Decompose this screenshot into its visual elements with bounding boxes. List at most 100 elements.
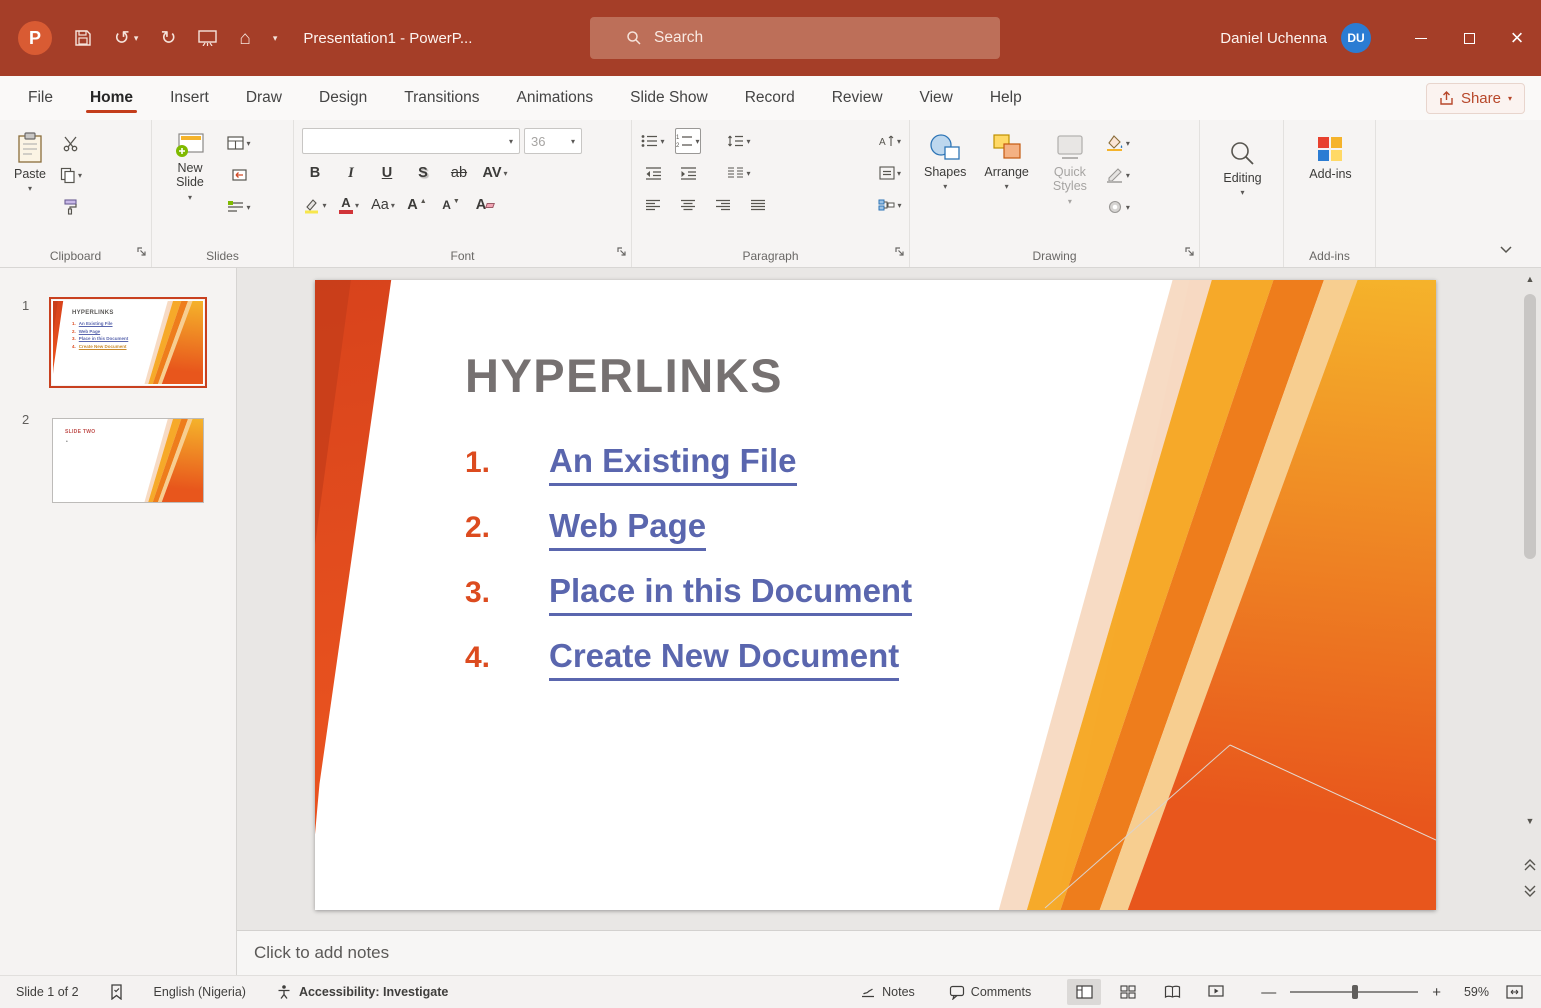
addins-button[interactable]: Add-ins [1303, 130, 1357, 241]
user-name[interactable]: Daniel Uchenna [1220, 30, 1327, 47]
reset-slide-button[interactable] [226, 162, 252, 188]
tab-slide-show[interactable]: Slide Show [628, 79, 710, 117]
font-color-button[interactable]: A ▾ [336, 192, 362, 218]
zoom-slider-thumb[interactable] [1352, 985, 1358, 999]
clipboard-dialog-launcher[interactable] [136, 244, 147, 262]
tab-help[interactable]: Help [988, 79, 1024, 117]
tab-view[interactable]: View [918, 79, 955, 117]
new-slide-dropdown-icon[interactable]: ▾ [188, 193, 192, 202]
character-spacing-button[interactable]: AV▾ [482, 160, 508, 186]
zoom-out-button[interactable]: — [1257, 984, 1280, 1001]
editing-dropdown-icon[interactable]: ▾ [1240, 188, 1244, 197]
font-size-dropdown-icon[interactable]: ▾ [571, 137, 575, 146]
shape-fill-button[interactable]: ▾ [1105, 130, 1131, 156]
convert-to-smartart-button[interactable]: ▾ [877, 192, 903, 218]
next-slide-button[interactable] [1521, 882, 1539, 900]
justify-button[interactable] [745, 192, 771, 218]
customize-qat-icon[interactable]: ▾ [273, 33, 278, 44]
line-spacing-button[interactable]: ▾ [726, 128, 752, 154]
bullets-dropdown-icon[interactable]: ▾ [660, 137, 664, 146]
shapes-button[interactable]: Shapes ▾ [918, 128, 972, 241]
language-status[interactable]: English (Nigeria) [154, 985, 246, 999]
scrollbar-thumb[interactable] [1524, 294, 1536, 559]
align-right-button[interactable] [710, 192, 736, 218]
quick-styles-dropdown-icon[interactable]: ▾ [1068, 197, 1072, 206]
slide-sorter-view-button[interactable] [1111, 979, 1145, 1005]
numbering-button[interactable]: 12 ▾ [675, 128, 701, 154]
copy-dropdown-icon[interactable]: ▾ [78, 171, 82, 180]
shape-outline-button[interactable]: ▾ [1105, 162, 1131, 188]
start-slideshow-button[interactable] [198, 30, 217, 46]
quick-styles-button[interactable]: Quick Styles ▾ [1041, 128, 1099, 241]
text-direction-dropdown-icon[interactable]: ▾ [897, 137, 901, 146]
hyperlink-web-page[interactable]: Web Page [549, 507, 706, 551]
proofing-status[interactable] [109, 984, 124, 1000]
editing-button[interactable]: Editing ▾ [1217, 136, 1267, 241]
close-button[interactable]: × [1493, 0, 1541, 76]
arrange-button[interactable]: Arrange ▾ [978, 128, 1034, 241]
scroll-down-button[interactable]: ▼ [1521, 812, 1539, 830]
zoom-level[interactable]: 59% [1449, 985, 1489, 999]
slideshow-view-button[interactable] [1199, 979, 1233, 1005]
section-dropdown-icon[interactable]: ▾ [246, 203, 250, 212]
share-button[interactable]: Share ▾ [1426, 83, 1525, 114]
change-case-dropdown-icon[interactable]: ▾ [391, 201, 395, 210]
tab-home[interactable]: Home [88, 79, 135, 117]
collapse-ribbon-button[interactable] [1499, 241, 1513, 259]
slide-1-thumbnail[interactable]: HYPERLINKS 1.An Existing File 2.Web Page… [52, 300, 204, 385]
zoom-slider[interactable] [1290, 991, 1418, 993]
search-box[interactable]: Search [590, 17, 1000, 59]
columns-button[interactable]: ▾ [726, 160, 752, 186]
arrange-dropdown-icon[interactable]: ▾ [1005, 182, 1009, 191]
font-dialog-launcher[interactable] [616, 244, 627, 262]
tab-animations[interactable]: Animations [514, 79, 595, 117]
underline-button[interactable]: U [374, 160, 400, 186]
slide-indicator[interactable]: Slide 1 of 2 [16, 985, 79, 999]
align-left-button[interactable] [640, 192, 666, 218]
zoom-in-button[interactable]: + [1428, 984, 1445, 1001]
slide-body-list[interactable]: 1.An Existing File 2.Web Page 3.Place in… [465, 442, 912, 702]
slide-layout-button[interactable]: ▾ [226, 130, 252, 156]
character-spacing-dropdown-icon[interactable]: ▾ [504, 169, 508, 178]
increase-font-button[interactable]: A▲ [404, 192, 430, 218]
fit-to-window-button[interactable] [1497, 979, 1531, 1005]
tab-design[interactable]: Design [317, 79, 369, 117]
slide-2-thumbnail[interactable]: SLIDE TWO • [52, 418, 204, 503]
slide-title[interactable]: HYPERLINKS [465, 348, 783, 403]
text-direction-button[interactable]: A ▾ [877, 128, 903, 154]
accessibility-status[interactable]: Accessibility: Investigate [276, 984, 448, 1000]
save-button[interactable] [74, 29, 92, 47]
drawing-dialog-launcher[interactable] [1184, 244, 1195, 262]
comments-button[interactable]: Comments [939, 980, 1041, 1005]
copy-button[interactable]: ▾ [58, 162, 84, 188]
tab-transitions[interactable]: Transitions [402, 79, 481, 117]
layout-dropdown-icon[interactable]: ▾ [246, 139, 250, 148]
undo-dropdown-icon[interactable]: ▾ [134, 33, 139, 44]
user-avatar[interactable]: DU [1341, 23, 1371, 53]
home-button[interactable]: ⌂ [239, 29, 250, 48]
shape-effects-dropdown-icon[interactable]: ▾ [1126, 203, 1130, 212]
paste-dropdown-icon[interactable]: ▾ [28, 184, 32, 193]
font-name-combo[interactable]: ▾ [302, 128, 520, 154]
bold-button[interactable]: B [302, 160, 328, 186]
section-button[interactable]: ▾ [226, 194, 252, 220]
hyperlink-existing-file[interactable]: An Existing File [549, 442, 797, 486]
previous-slide-button[interactable] [1521, 856, 1539, 874]
change-case-button[interactable]: Aa▾ [370, 192, 396, 218]
format-painter-button[interactable] [58, 194, 84, 220]
paste-button[interactable]: Paste ▾ [8, 128, 52, 241]
text-highlight-button[interactable]: ▾ [302, 192, 328, 218]
tab-insert[interactable]: Insert [168, 79, 211, 117]
vertical-scrollbar[interactable]: ▲ ▼ [1521, 270, 1539, 926]
italic-button[interactable]: I [338, 160, 364, 186]
align-center-button[interactable] [675, 192, 701, 218]
shape-effects-button[interactable]: ▾ [1105, 194, 1131, 220]
bullets-button[interactable]: ▾ [640, 128, 666, 154]
hyperlink-place-in-document[interactable]: Place in this Document [549, 572, 912, 616]
reading-view-button[interactable] [1155, 979, 1189, 1005]
decrease-font-button[interactable]: A▼ [438, 192, 464, 218]
shape-outline-dropdown-icon[interactable]: ▾ [1126, 171, 1130, 180]
line-spacing-dropdown-icon[interactable]: ▾ [746, 137, 750, 146]
smartart-dropdown-icon[interactable]: ▾ [897, 201, 901, 210]
normal-view-button[interactable] [1067, 979, 1101, 1005]
